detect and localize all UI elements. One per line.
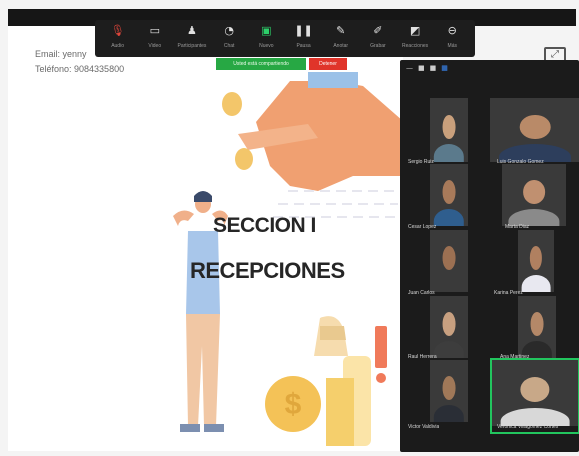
audio-label: Audio [111,43,124,49]
more-button[interactable]: ⊖ Más [436,24,468,54]
new-share-icon: ▣ [261,24,272,37]
participant-face [442,114,456,139]
participant-body [433,144,465,162]
participant-video [430,164,468,226]
minimize-icon[interactable]: — [406,64,413,72]
participant-video [502,164,566,226]
svg-text:$: $ [285,388,302,421]
participant-video [430,230,468,292]
cuff-illustration [308,72,358,88]
reactions-label: Reacciones [402,43,429,49]
presenter-phone: Teléfono: 9084335800 [35,64,125,74]
participant-video [490,98,579,162]
shared-slide: $ Email: yenny Teléfono: 9084335800 SECC… [8,26,403,451]
pause-share-button[interactable]: ❚❚ Pausa [288,24,320,54]
participants-icon: ♟ [187,24,197,37]
more-icon: ⊖ [447,24,457,37]
participant-face [442,246,456,270]
audio-button[interactable]: 🎙 Audio [102,24,134,54]
share-toolbar: 🎙 Audio ▭ Video ♟ Participantes ◔ Chat ▣… [95,20,475,57]
participant-face [529,246,543,270]
video-camera-icon: ▭ [149,24,160,37]
annotate-icon: ✎ [336,24,346,37]
reactions-button[interactable]: ◩ Reacciones [399,24,431,54]
participant-video [518,230,554,292]
participant-video [430,98,468,162]
slide-title: SECCION I [213,214,316,237]
participant-video [518,296,556,358]
gallery-header: — ■ ■ ▦ [400,60,579,76]
record-icon: ✐ [373,24,383,37]
presenter-email: Email: yenny [35,49,87,59]
speaker-view-icon[interactable]: ■ [430,64,437,72]
slide-illustration: $ [173,72,403,446]
active-speaker-frame [490,358,579,434]
sharing-strip: Usted está compartiendo Detener [216,58,347,70]
participant-video [430,360,468,422]
participant-face [442,376,456,400]
chat-button[interactable]: ◔ Chat [213,24,245,54]
participant-face [442,180,456,204]
video-label: Video [148,43,162,49]
record-button[interactable]: ✐ Grabar [362,24,394,54]
annotate-label: Anotar [333,43,349,49]
chat-icon: ◔ [224,24,234,37]
person-shoe [204,424,224,432]
stop-video-icon[interactable]: ■ [418,64,425,72]
participant-face [523,180,545,204]
pause-icon: ❚❚ [294,24,313,37]
video-button[interactable]: ▭ Video [139,24,171,54]
more-label: Más [447,43,457,49]
participants-label: Participantes [177,43,207,49]
new-share-button[interactable]: ▣ Nuevo [250,24,282,54]
coin-illustration [222,92,242,116]
sharing-status-badge[interactable]: Usted está compartiendo [216,58,306,70]
participants-button[interactable]: ♟ Participantes [176,24,208,54]
chat-label: Chat [223,43,235,49]
gallery-view-icon[interactable]: ▦ [441,64,448,72]
exclamation-mark [375,326,387,368]
person-arm-left [173,210,194,226]
participant-face [442,312,456,336]
participant-body [433,208,465,226]
stop-share-button[interactable]: Detener [309,58,347,70]
video-gallery-panel: — ■ ■ ▦ Sergio Ruiz Luis Gonzalo Gomez Ces… [400,60,579,452]
coin-stack [326,378,354,446]
coin-illustration [235,148,253,170]
participant-body [521,274,551,292]
annotate-button[interactable]: ✎ Anotar [325,24,357,54]
participant-body [433,274,465,292]
new-share-label: Nuevo [259,43,274,49]
record-label: Grabar [370,43,386,49]
participant-face [519,114,551,139]
participant-name: Victor Valdivia [408,424,440,430]
person-hair [194,191,212,202]
slide-subtitle: RECEPCIONES [190,258,345,283]
participant-video [430,296,468,358]
person-shoe [180,424,200,432]
person-legs [186,314,220,426]
reactions-icon: ◩ [409,24,421,37]
microphone-muted-icon: 🎙 [110,24,125,37]
participant-body [433,340,465,358]
pause-label: Pausa [296,43,311,49]
participant-body [433,404,465,422]
participant-face [530,312,544,336]
